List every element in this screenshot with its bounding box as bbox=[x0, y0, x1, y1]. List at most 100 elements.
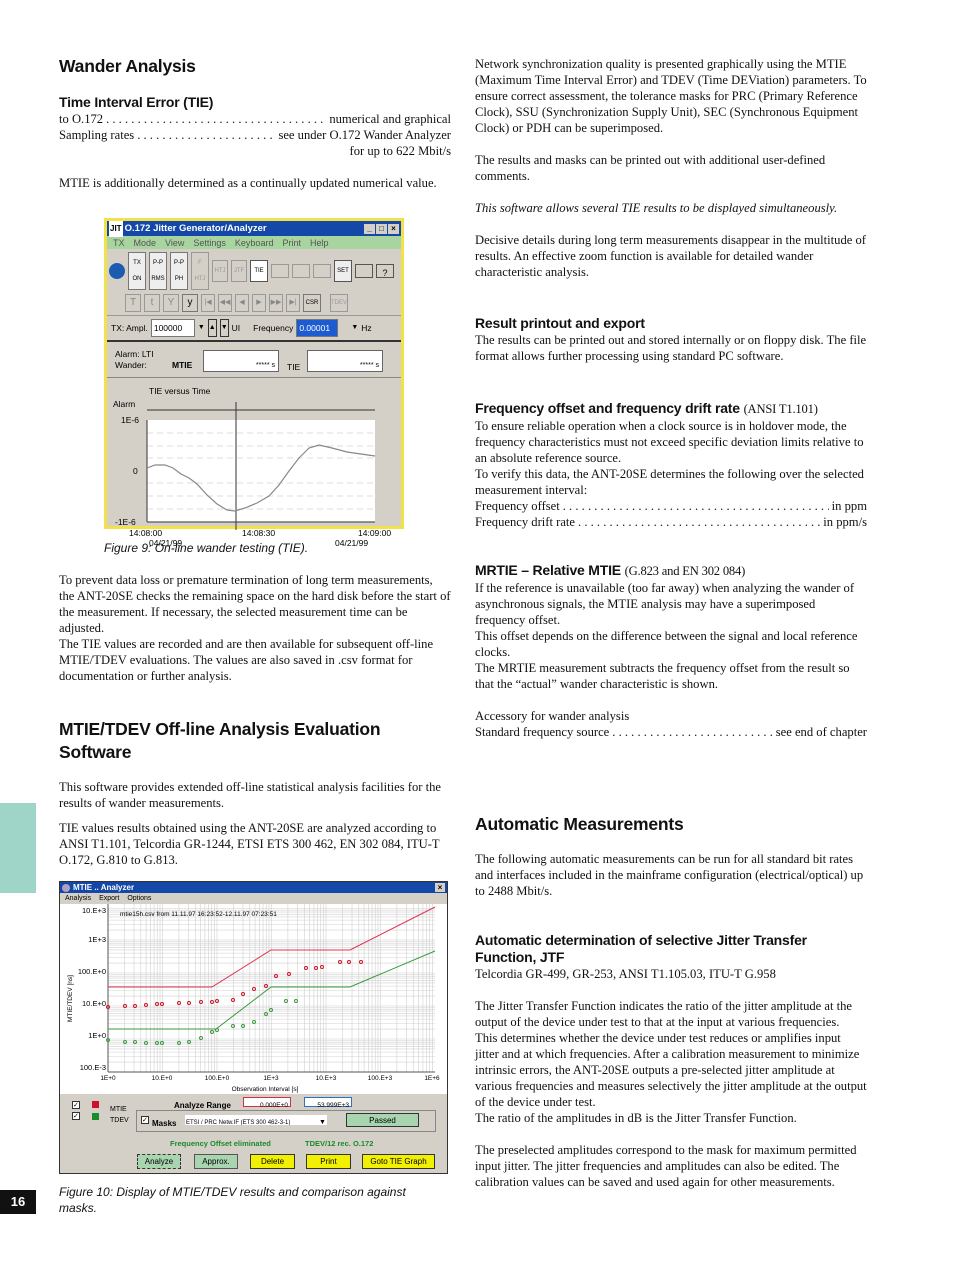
close-icon[interactable]: × bbox=[435, 883, 445, 892]
jtf-paragraph-4: The preselected amplitudes correspond to… bbox=[475, 1143, 857, 1189]
dropdown-arrow-icon[interactable]: ▼ bbox=[351, 320, 358, 336]
tdev-legend: TDEV bbox=[110, 1117, 129, 1124]
first-icon[interactable]: |◀ bbox=[201, 294, 215, 312]
menu-settings[interactable]: Settings bbox=[193, 235, 226, 251]
pp-ph-button[interactable]: P-P PH bbox=[170, 252, 188, 290]
tdev-button[interactable]: TDEV bbox=[330, 294, 348, 312]
x-tick: 14:08:00 bbox=[129, 528, 162, 538]
measurement-point bbox=[338, 960, 342, 964]
menu-export[interactable]: Export bbox=[99, 891, 119, 907]
maximize-icon[interactable]: □ bbox=[376, 223, 387, 234]
jtf-button[interactable]: JTF bbox=[231, 260, 247, 282]
tie-heading: Time Interval Error (TIE) bbox=[59, 94, 214, 110]
pp-rms-button[interactable]: P-P RMS bbox=[149, 252, 167, 290]
dropdown-arrow-icon[interactable]: ▼ bbox=[319, 1115, 326, 1131]
offline-paragraph-1: This software provides extended off-line… bbox=[59, 780, 442, 810]
t-button[interactable]: t bbox=[144, 294, 160, 312]
unit-label: UI bbox=[231, 323, 241, 333]
range-from-input[interactable]: 0.000E+0 bbox=[243, 1097, 291, 1109]
frequency-select[interactable]: 0.00001 bbox=[296, 319, 339, 337]
menu-analysis[interactable]: Analysis bbox=[65, 891, 91, 907]
measurement-point bbox=[160, 1041, 164, 1045]
help-icon[interactable]: ? bbox=[376, 264, 394, 278]
accessory-label: Accessory for wander analysis bbox=[475, 709, 630, 723]
tie-button[interactable]: TIE bbox=[250, 260, 268, 282]
menu-mode[interactable]: Mode bbox=[134, 235, 157, 251]
chart-icon[interactable] bbox=[292, 264, 310, 278]
goto-tie-graph-button[interactable]: Goto TIE Graph bbox=[362, 1154, 435, 1169]
prev-icon[interactable]: ◀ bbox=[235, 294, 249, 312]
menu-options[interactable]: Options bbox=[127, 891, 151, 907]
measurement-point bbox=[347, 960, 351, 964]
close-icon[interactable]: × bbox=[388, 223, 399, 234]
zoom-paragraph: Decisive details during long term measur… bbox=[475, 233, 867, 279]
axis-icon[interactable] bbox=[313, 264, 331, 278]
y-button[interactable]: y bbox=[182, 294, 198, 312]
Y-button[interactable]: Y bbox=[163, 294, 179, 312]
measurement-point bbox=[284, 999, 288, 1003]
dropdown-arrow-icon[interactable]: ▼ bbox=[198, 320, 205, 336]
measurement-point bbox=[231, 1024, 235, 1028]
last-icon[interactable]: ▶| bbox=[286, 294, 300, 312]
spec-label: Sampling rates bbox=[59, 128, 135, 142]
offline-analysis-heading: MTIE/TDEV Off-line Analysis Evaluation S… bbox=[59, 719, 381, 762]
masks-label: Masks bbox=[152, 1119, 177, 1128]
spec-label: Frequency drift rate bbox=[475, 515, 576, 529]
print-button[interactable]: Print bbox=[306, 1154, 351, 1169]
menu-view[interactable]: View bbox=[165, 235, 184, 251]
f-htj-button[interactable]: F HTJ bbox=[191, 252, 209, 290]
y-axis-label: MTIE/TDEV [ns] bbox=[67, 975, 74, 1022]
delete-button[interactable]: Delete bbox=[250, 1154, 295, 1169]
tx-ampl-select[interactable]: 100000 bbox=[150, 319, 195, 337]
measurement-point bbox=[320, 965, 324, 969]
masks-checkbox[interactable]: ✓ bbox=[141, 1116, 149, 1124]
spec-row: Sampling rates see under O.172 Wander Ana… bbox=[59, 127, 451, 143]
y-tick: -1E-6 bbox=[115, 517, 136, 527]
grid-icon[interactable] bbox=[271, 264, 289, 278]
measurement-point bbox=[160, 1002, 164, 1006]
mtie-value: ***** s bbox=[203, 350, 279, 372]
menu-help[interactable]: Help bbox=[310, 235, 329, 251]
result-heading: Result printout and export bbox=[475, 315, 645, 331]
htj-button[interactable]: HTJ bbox=[212, 260, 228, 282]
minimize-icon[interactable]: _ bbox=[364, 223, 375, 234]
tdev-checkbox[interactable]: ✓ bbox=[72, 1112, 80, 1120]
tx-ampl-label: TX: Ampl. bbox=[111, 323, 148, 333]
down-icon[interactable]: ▼ bbox=[219, 319, 229, 337]
measurement-point bbox=[187, 1001, 191, 1005]
range-to-input[interactable]: 53.999E+3 bbox=[304, 1097, 352, 1109]
offline-paragraph-2: TIE values results obtained using the AN… bbox=[59, 821, 440, 867]
analyze-button[interactable]: Analyze bbox=[137, 1154, 181, 1169]
sync-paragraph: Network synchronization quality is prese… bbox=[475, 57, 867, 135]
masks-select[interactable]: ETSI / PRC Netw.IF (ETS 300 462-3-1) bbox=[185, 1115, 327, 1125]
T-button[interactable]: T bbox=[125, 294, 141, 312]
menu-print[interactable]: Print bbox=[282, 235, 301, 251]
frequency-unit: Hz bbox=[361, 323, 372, 333]
next-icon[interactable]: ▶ bbox=[252, 294, 266, 312]
csr-button[interactable]: CSR bbox=[303, 294, 321, 312]
calculator-icon[interactable] bbox=[355, 264, 373, 278]
status-area: Alarm: LTI Wander: MTIE ***** s TIE ****… bbox=[107, 342, 401, 378]
menu-keyboard[interactable]: Keyboard bbox=[235, 235, 274, 251]
mrtie-paragraph-1: If the reference is unavailable (too far… bbox=[475, 581, 855, 627]
tdev-color-swatch bbox=[92, 1113, 99, 1120]
up-icon[interactable]: ▲ bbox=[207, 319, 217, 337]
mtie-checkbox[interactable]: ✓ bbox=[72, 1101, 80, 1109]
spec-label: Standard frequency source bbox=[475, 725, 610, 739]
spec-cont: for up to 622 Mbit/s bbox=[349, 144, 451, 158]
tie-value: ***** s bbox=[307, 350, 383, 372]
mrtie-heading: MRTIE – Relative MTIE bbox=[475, 562, 621, 578]
measurement-point bbox=[294, 999, 298, 1003]
menu-tx[interactable]: TX bbox=[113, 235, 125, 251]
print-paragraph: The results and masks can be printed out… bbox=[475, 153, 826, 183]
frequency-offset-note: Frequency Offset eliminated bbox=[170, 1139, 271, 1148]
tx-on-button[interactable]: TX ON bbox=[128, 252, 146, 290]
y-tick: 100.E-3 bbox=[80, 1063, 106, 1072]
approx-button[interactable]: Approx. bbox=[194, 1154, 238, 1169]
rewind-icon[interactable]: ◀◀ bbox=[218, 294, 232, 312]
x-date: 04/21/99 bbox=[335, 538, 368, 548]
spec-value: in ppm/s bbox=[823, 515, 867, 529]
mrtie-section: MRTIE – Relative MTIE (G.823 and EN 302 … bbox=[475, 562, 867, 740]
set-button[interactable]: SET bbox=[334, 260, 352, 282]
forward-icon[interactable]: ▶▶ bbox=[269, 294, 283, 312]
